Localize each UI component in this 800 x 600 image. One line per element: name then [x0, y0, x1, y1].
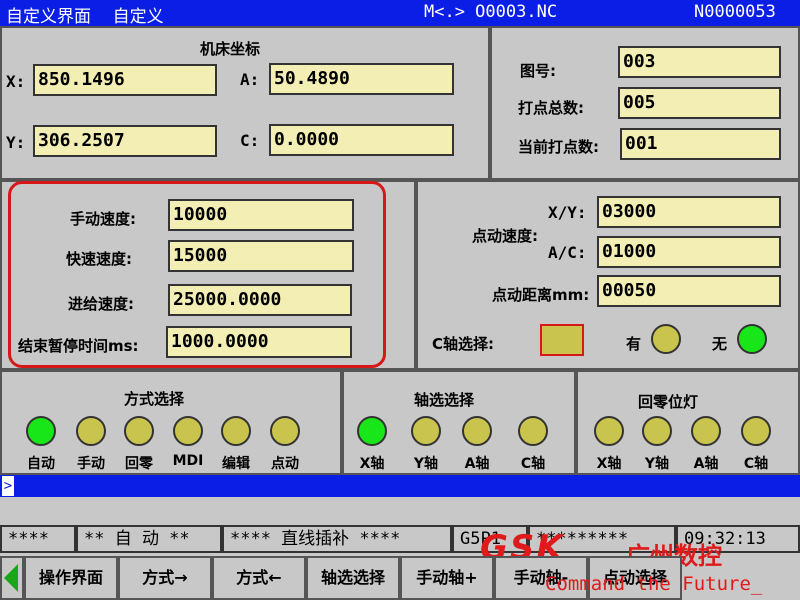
fig-no-field: 003: [618, 46, 781, 78]
rapid-speed-field[interactable]: 15000: [168, 240, 354, 272]
current-point-field: 001: [620, 128, 781, 160]
a-coord-field: 50.4890: [269, 63, 454, 95]
mode-lamp-label: 回零: [125, 456, 153, 472]
jog-ac-field[interactable]: 01000: [597, 236, 781, 268]
current-point-label: 当前打点数:: [518, 138, 599, 156]
mode-lamp-label: 手动: [77, 456, 105, 472]
mode-lamp-label: MDI: [172, 453, 204, 469]
home-lamp-2[interactable]: [691, 416, 721, 446]
home-lamp-label: Y轴: [644, 456, 670, 472]
status-cell-1: ****: [0, 525, 76, 553]
home-lamp-label: A轴: [693, 456, 719, 472]
softkey-1-button[interactable]: 操作界面: [24, 556, 118, 600]
axis-lamp-label: C轴: [520, 456, 546, 472]
pause-time-label: 结束暂停时间ms:: [18, 337, 139, 355]
softkey-2-button[interactable]: 方式→: [118, 556, 212, 600]
screen-title: 自定义界面 自定义: [6, 7, 164, 27]
axis-lamp-label: A轴: [464, 456, 490, 472]
mode-lamp-label: 自动: [27, 456, 55, 472]
c-axis-have-label: 有: [626, 335, 642, 353]
mode-lamp-label: 点动: [271, 456, 299, 472]
pause-time-field[interactable]: 1000.0000: [166, 326, 352, 358]
softkey-back-button[interactable]: [0, 556, 24, 600]
home-lamp-label: X轴: [596, 456, 622, 472]
mode-lamp-4[interactable]: [221, 416, 251, 446]
x-coord-field: 850.1496: [33, 64, 217, 96]
command-line[interactable]: [0, 475, 800, 497]
feed-speed-field[interactable]: 25000.0000: [168, 284, 352, 316]
command-prompt-icon: >: [2, 476, 14, 496]
total-points-field: 005: [618, 87, 781, 119]
axis-lamp-2[interactable]: [462, 416, 492, 446]
c-coord-label: C:: [240, 131, 260, 150]
axis-lamp-0[interactable]: [357, 416, 387, 446]
c-axis-none-lamp[interactable]: [737, 324, 767, 354]
softkey-5-button[interactable]: 手动轴+: [400, 556, 494, 600]
c-coord-field: 0.0000: [269, 124, 454, 156]
program-name: M<.> O0003.NC: [424, 2, 558, 22]
home-lamp-1[interactable]: [642, 416, 672, 446]
x-coord-label: X:: [6, 72, 26, 91]
c-axis-select-box[interactable]: [540, 324, 584, 356]
left-arrow-icon: [4, 564, 18, 592]
title-bar: 自定义界面 自定义 M<.> O0003.NC N0000053: [0, 0, 800, 27]
axis-select-title: 轴选选择: [414, 391, 475, 409]
mode-lamp-3[interactable]: [173, 416, 203, 446]
y-coord-field: 306.2507: [33, 125, 217, 157]
mode-lamp-0[interactable]: [26, 416, 56, 446]
c-axis-none-label: 无: [712, 335, 728, 353]
mode-select-title: 方式选择: [124, 390, 185, 408]
mode-lamp-2[interactable]: [124, 416, 154, 446]
axis-lamp-3[interactable]: [518, 416, 548, 446]
manual-speed-label: 手动速度:: [70, 210, 136, 228]
axis-lamp-label: Y轴: [413, 456, 439, 472]
rapid-speed-label: 快速速度:: [66, 250, 132, 268]
y-coord-label: Y:: [6, 133, 26, 152]
jog-distance-field[interactable]: 00050: [597, 275, 781, 307]
c-axis-select-label: C轴选择:: [432, 335, 495, 353]
status-mode: ** 自 动 **: [76, 525, 222, 553]
mode-lamp-5[interactable]: [270, 416, 300, 446]
total-points-label: 打点总数:: [518, 99, 584, 117]
a-coord-label: A:: [240, 70, 260, 89]
home-lamp-3[interactable]: [741, 416, 771, 446]
softkey-3-button[interactable]: 方式←: [212, 556, 306, 600]
axis-lamp-1[interactable]: [411, 416, 441, 446]
manual-speed-field[interactable]: 10000: [168, 199, 354, 231]
feed-speed-label: 进给速度:: [68, 295, 134, 313]
axis-lamp-label: X轴: [359, 456, 385, 472]
home-lamp-0[interactable]: [594, 416, 624, 446]
softkey-4-button[interactable]: 轴选选择: [306, 556, 400, 600]
machine-coords-heading: 机床坐标: [200, 40, 261, 58]
c-axis-have-lamp[interactable]: [651, 324, 681, 354]
jog-distance-label: 点动距离mm:: [492, 286, 590, 304]
status-interp: **** 直线插补 ****: [222, 525, 452, 553]
home-lamp-label: C轴: [743, 456, 769, 472]
jog-xy-label: X/Y:: [548, 203, 587, 222]
mode-lamp-label: 编辑: [222, 456, 250, 472]
sequence-number: N0000053: [694, 2, 776, 22]
fig-no-label: 图号:: [520, 62, 556, 80]
mode-lamp-1[interactable]: [76, 416, 106, 446]
home-lamp-title: 回零位灯: [638, 393, 699, 411]
jog-xy-field[interactable]: 03000: [597, 196, 781, 228]
jog-speed-label: 点动速度:: [472, 227, 538, 245]
gsk-slogan: Command the Future_: [545, 573, 763, 595]
jog-ac-label: A/C:: [548, 243, 587, 262]
